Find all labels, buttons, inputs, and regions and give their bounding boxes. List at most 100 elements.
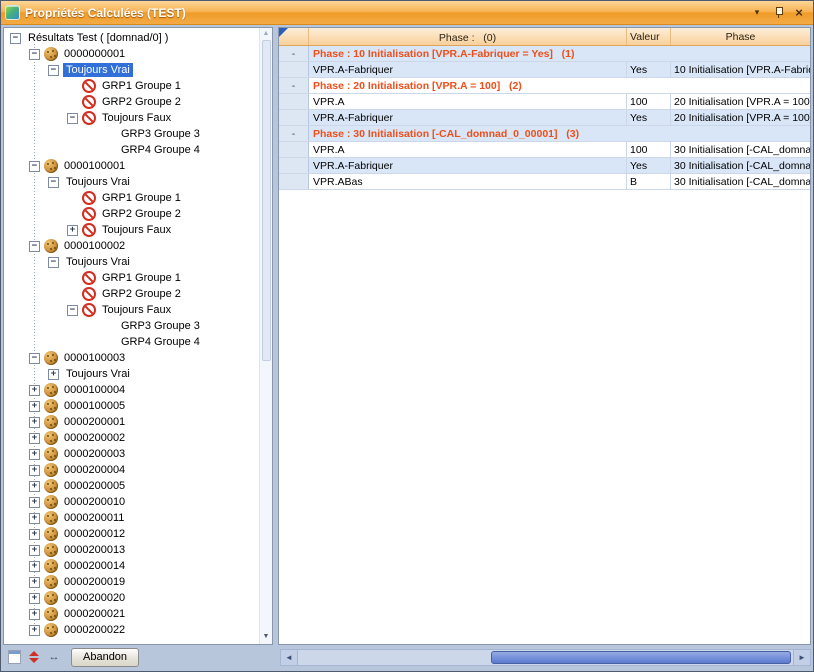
tree-node-label[interactable]: GRP2 Groupe 2	[99, 95, 184, 109]
tree-node-label[interactable]: 0000200005	[61, 479, 128, 493]
cell-phase[interactable]: 30 Initialisation [-CAL_domnad	[671, 142, 810, 157]
tree-node-label[interactable]: 0000100004	[61, 383, 128, 397]
tree-node-label[interactable]: GRP1 Groupe 1	[99, 191, 184, 205]
tree-node-label[interactable]: 0000200011	[61, 511, 127, 525]
tree-node-label[interactable]: Toujours Faux	[99, 111, 174, 125]
tree-node-label[interactable]: 0000200003	[61, 447, 128, 461]
group-collapse-button[interactable]: -	[279, 126, 309, 141]
tree-node-label[interactable]: 0000200019	[61, 575, 128, 589]
expander[interactable]: −	[29, 241, 40, 252]
expander[interactable]: +	[29, 561, 40, 572]
scroll-left-icon[interactable]: ◄	[281, 650, 298, 665]
column-header-valeur[interactable]: Valeur	[627, 28, 671, 45]
cell-value[interactable]: Yes	[627, 158, 671, 173]
pin-button[interactable]	[770, 5, 786, 20]
tree-node-label[interactable]: Toujours Vrai	[63, 255, 133, 269]
tree-node-label[interactable]: GRP4 Groupe 4	[118, 143, 203, 157]
tree-node-label[interactable]: 0000200013	[61, 543, 128, 557]
tree-node-label[interactable]: 0000100002	[61, 239, 128, 253]
tree-node-label[interactable]: Toujours Vrai	[63, 175, 133, 189]
tree-node-label[interactable]: GRP2 Groupe 2	[99, 207, 184, 221]
expander[interactable]: −	[67, 113, 78, 124]
expander[interactable]: −	[48, 65, 59, 76]
cell-property-name[interactable]: VPR.A-Fabriquer	[309, 62, 627, 77]
tree-node-label[interactable]: 0000200004	[61, 463, 128, 477]
expander[interactable]: +	[29, 577, 40, 588]
cell-property-name[interactable]: VPR.A-Fabriquer	[309, 158, 627, 173]
tree-node-label[interactable]: Toujours Faux	[99, 223, 174, 237]
horizontal-scrollbar-thumb[interactable]	[491, 651, 791, 664]
form-view-button[interactable]	[5, 648, 23, 666]
tree-node-label[interactable]: 0000200020	[61, 591, 128, 605]
tree-node-label[interactable]: 0000200014	[61, 559, 128, 573]
tree-scrollbar[interactable]: ▲ ▼	[259, 28, 272, 644]
close-button[interactable]: ×	[791, 5, 807, 20]
cell-property-name[interactable]: VPR.A	[309, 142, 627, 157]
tree-node-label[interactable]: 0000200012	[61, 527, 128, 541]
tree-node-label[interactable]: Toujours Vrai	[63, 367, 133, 381]
group-row-text[interactable]: Phase : 30 Initialisation [-CAL_domnad_0…	[309, 126, 810, 141]
cell-property-name[interactable]: VPR.A-Fabriquer	[309, 110, 627, 125]
group-row-text[interactable]: Phase : 10 Initialisation [VPR.A-Fabriqu…	[309, 46, 810, 61]
tree-node-label[interactable]: Toujours Vrai	[63, 63, 133, 77]
group-collapse-button[interactable]: -	[279, 78, 309, 93]
tree-node-label[interactable]: 0000000001	[61, 47, 128, 61]
expander[interactable]: +	[29, 593, 40, 604]
scroll-up-icon[interactable]: ▲	[263, 30, 270, 38]
tree-node-label[interactable]: GRP4 Groupe 4	[118, 335, 203, 349]
tree-node-label[interactable]: GRP2 Groupe 2	[99, 287, 184, 301]
tree-node-label[interactable]: 0000200002	[61, 431, 128, 445]
abandon-button[interactable]: Abandon	[71, 648, 139, 667]
tree-node-label[interactable]: 0000100001	[61, 159, 128, 173]
cell-value[interactable]: B	[627, 174, 671, 189]
expander[interactable]: −	[67, 305, 78, 316]
expand-collapse-button[interactable]	[25, 648, 43, 666]
horizontal-scrollbar[interactable]: ◄ ►	[280, 649, 811, 666]
column-header-phase[interactable]: Phase	[671, 28, 810, 45]
cell-value[interactable]: Yes	[627, 110, 671, 125]
expander[interactable]: +	[29, 545, 40, 556]
expander[interactable]: −	[48, 257, 59, 268]
tree-node-label[interactable]: GRP3 Groupe 3	[118, 127, 203, 141]
tree-node-label[interactable]: 0000200010	[61, 495, 128, 509]
cell-phase[interactable]: 10 Initialisation [VPR.A-Fabriqu	[671, 62, 810, 77]
expander[interactable]: +	[48, 369, 59, 380]
resize-button[interactable]: ↔	[45, 648, 63, 666]
expander[interactable]: +	[29, 497, 40, 508]
expander[interactable]: +	[29, 609, 40, 620]
cell-phase[interactable]: 20 Initialisation [VPR.A = 100]	[671, 94, 810, 109]
tree-node-label[interactable]: Résultats Test ( [domnad/0] )	[25, 31, 171, 45]
tree-node-label[interactable]: GRP1 Groupe 1	[99, 271, 184, 285]
tree-node-label[interactable]: 0000100005	[61, 399, 128, 413]
expander[interactable]: +	[29, 385, 40, 396]
tree-node-label[interactable]: 0000100003	[61, 351, 128, 365]
cell-value[interactable]: 100	[627, 142, 671, 157]
expander[interactable]: +	[29, 449, 40, 460]
tree-node-label[interactable]: 0000200022	[61, 623, 128, 637]
cell-property-name[interactable]: VPR.ABas	[309, 174, 627, 189]
tree-scrollbar-track[interactable]	[260, 38, 272, 632]
tree-scrollbar-thumb[interactable]	[262, 40, 271, 361]
window-menu-button[interactable]: ▾	[749, 5, 765, 20]
expander[interactable]: +	[29, 625, 40, 636]
expander[interactable]: −	[29, 161, 40, 172]
expander[interactable]: +	[29, 417, 40, 428]
expander[interactable]: +	[29, 513, 40, 524]
expander[interactable]: +	[29, 529, 40, 540]
expander[interactable]: +	[29, 481, 40, 492]
scroll-down-icon[interactable]: ▼	[263, 632, 270, 642]
tree-node-label[interactable]: Toujours Faux	[99, 303, 174, 317]
cell-phase[interactable]: 20 Initialisation [VPR.A = 100]	[671, 110, 810, 125]
group-collapse-button[interactable]: -	[279, 46, 309, 61]
tree-node-label[interactable]: 0000200001	[61, 415, 128, 429]
cell-value[interactable]: 100	[627, 94, 671, 109]
tree-node-label[interactable]: 0000200021	[61, 607, 128, 621]
tree-node-label[interactable]: GRP1 Groupe 1	[99, 79, 184, 93]
column-header-phase-group[interactable]: Phase : (0)	[309, 28, 627, 45]
expander[interactable]: +	[67, 225, 78, 236]
cell-value[interactable]: Yes	[627, 62, 671, 77]
group-row-text[interactable]: Phase : 20 Initialisation [VPR.A = 100] …	[309, 78, 810, 93]
cell-phase[interactable]: 30 Initialisation [-CAL_domnad	[671, 174, 810, 189]
scroll-right-icon[interactable]: ►	[793, 650, 810, 665]
expander[interactable]: −	[48, 177, 59, 188]
